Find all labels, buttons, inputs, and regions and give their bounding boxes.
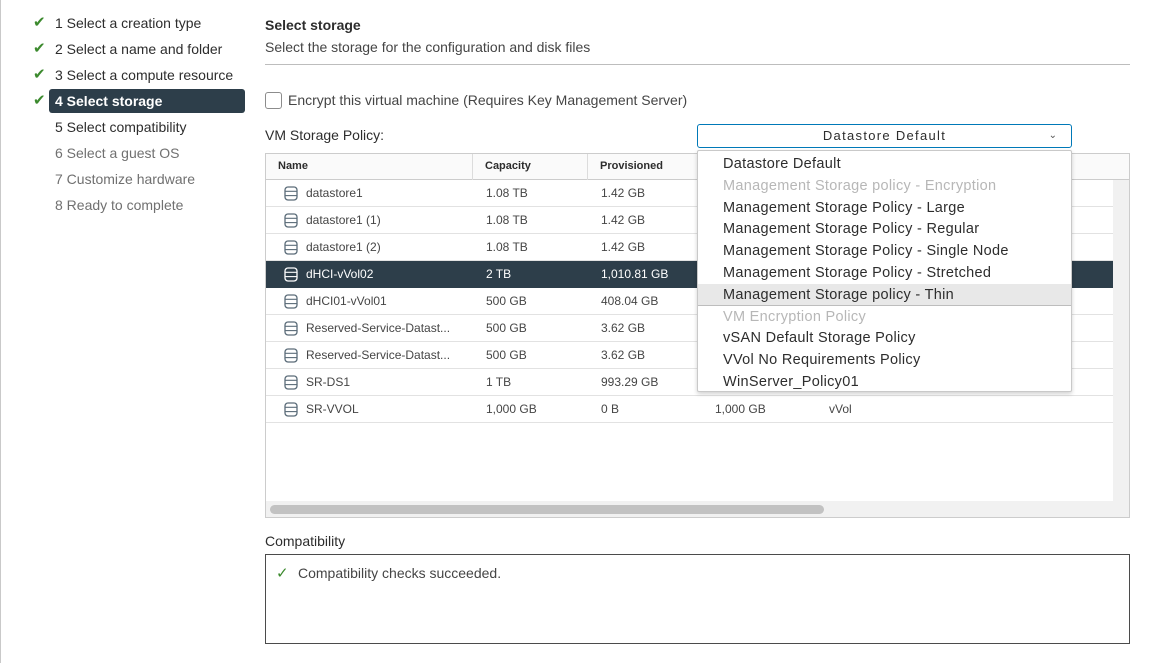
wizard-step-3[interactable]: ✔ 3 Select a compute resource: [0, 62, 246, 88]
cell-name: Reserved-Service-Datast...: [306, 348, 451, 362]
vertical-scrollbar[interactable]: [1113, 180, 1129, 517]
policy-option[interactable]: Management Storage Policy - Stretched: [698, 262, 1071, 284]
table-row[interactable]: SR-VVOL 1,000 GB 0 B 1,000 GB vVol: [266, 396, 1113, 423]
encrypt-vm-option[interactable]: Encrypt this virtual machine (Requires K…: [265, 91, 687, 109]
policy-option[interactable]: vSAN Default Storage Policy: [698, 327, 1071, 349]
cell-name: datastore1 (1): [306, 213, 381, 227]
datastore-icon: [284, 267, 298, 282]
wizard-step-5[interactable]: 5 Select compatibility: [0, 114, 246, 140]
cell-provisioned: 1.42 GB: [601, 186, 646, 200]
vm-storage-policy-select[interactable]: Datastore Default ⌄: [697, 124, 1072, 148]
chevron-down-icon: ⌄: [1048, 130, 1057, 141]
cell-capacity: 500 GB: [486, 294, 527, 308]
datastore-icon: [284, 240, 298, 255]
compatibility-message: Compatibility checks succeeded.: [298, 565, 502, 581]
cell-provisioned: 3.62 GB: [601, 321, 646, 335]
policy-option[interactable]: WinServer_Policy01: [698, 371, 1071, 393]
wizard-steps: ✔ 1 Select a creation type ✔ 2 Select a nam…: [0, 10, 250, 218]
cell-capacity: 1.08 TB: [486, 240, 528, 254]
column-header-capacity[interactable]: Capacity: [473, 154, 588, 180]
wizard-step-label: 3 Select a compute resource: [55, 67, 234, 83]
checkmark-icon: ✔: [33, 14, 46, 31]
storage-policy-dropdown-menu: Datastore Default Management Storage poli…: [697, 150, 1072, 392]
wizard-step-1[interactable]: ✔ 1 Select a creation type: [0, 10, 246, 36]
wizard-step-label: 5 Select compatibility: [55, 119, 187, 135]
cell-provisioned: 408.04 GB: [601, 294, 659, 308]
wizard-step-8[interactable]: 8 Ready to complete: [0, 192, 246, 218]
cell-type: vVol: [829, 402, 852, 416]
wizard-step-label: 8 Ready to complete: [55, 197, 184, 213]
policy-option[interactable]: Management Storage Policy - Single Node: [698, 240, 1071, 262]
cell-provisioned: 1.42 GB: [601, 213, 646, 227]
cell-capacity: 1,000 GB: [486, 402, 537, 416]
policy-option[interactable]: VVol No Requirements Policy: [698, 349, 1071, 371]
encrypt-checkbox[interactable]: [265, 91, 282, 109]
datastore-icon: [284, 213, 298, 228]
wizard-step-7[interactable]: 7 Customize hardware: [0, 166, 246, 192]
cell-name: dHCI-vVol02: [306, 267, 374, 281]
cell-name: SR-DS1: [306, 375, 351, 389]
compatibility-label: Compatibility: [265, 533, 346, 549]
column-header-name[interactable]: Name: [266, 154, 473, 180]
cell-provisioned: 3.62 GB: [601, 348, 646, 362]
page-title: Select storage: [265, 17, 361, 33]
header-divider: [265, 64, 1130, 65]
cell-capacity: 500 GB: [486, 321, 527, 335]
cell-name: datastore1 (2): [306, 240, 381, 254]
horizontal-scrollbar-thumb[interactable]: [270, 505, 824, 514]
policy-option: VM Encryption Policy: [723, 308, 866, 325]
compatibility-panel: ✓ Compatibility checks succeeded.: [265, 554, 1130, 644]
cell-name: SR-VVOL: [306, 402, 359, 416]
cell-capacity: 1 TB: [486, 375, 512, 389]
wizard-step-6[interactable]: 6 Select a guest OS: [0, 140, 246, 166]
cell-provisioned: 1,010.81 GB: [601, 267, 669, 281]
datastore-icon: [284, 402, 298, 417]
page-subtitle: Select the storage for the configuration…: [265, 39, 591, 55]
cell-capacity: 1.08 TB: [486, 186, 528, 200]
cell-name: Reserved-Service-Datast...: [306, 321, 451, 335]
cell-name: datastore1: [306, 186, 363, 200]
datastore-icon: [284, 186, 298, 201]
wizard-step-label: 6 Select a guest OS: [55, 145, 180, 161]
datastore-icon: [284, 348, 298, 363]
wizard-step-label: 2 Select a name and folder: [55, 41, 223, 57]
wizard-step-label: 1 Select a creation type: [55, 15, 202, 31]
column-header-provisioned[interactable]: Provisioned: [588, 154, 703, 180]
policy-option: Management Storage policy - Encryption: [723, 177, 997, 194]
horizontal-scrollbar[interactable]: [266, 501, 1113, 517]
datastore-icon: [284, 321, 298, 336]
policy-option[interactable]: Management Storage Policy - Large: [698, 197, 1071, 219]
cell-free: 1,000 GB: [715, 402, 766, 416]
policy-option[interactable]: Datastore Default: [698, 153, 1071, 175]
cell-capacity: 1.08 TB: [486, 213, 528, 227]
wizard-step-label: 7 Customize hardware: [55, 171, 196, 187]
cell-provisioned: 1.42 GB: [601, 240, 646, 254]
checkmark-icon: ✔: [33, 92, 46, 109]
wizard-step-2[interactable]: ✔ 2 Select a name and folder: [0, 36, 246, 62]
success-check-icon: ✓: [276, 565, 289, 582]
datastore-icon: [284, 375, 298, 390]
cell-provisioned: 993.29 GB: [601, 375, 659, 389]
policy-option[interactable]: Management Storage Policy - Regular: [698, 218, 1071, 240]
selected-policy-value: Datastore Default: [822, 128, 947, 143]
checkmark-icon: ✔: [33, 66, 46, 83]
cell-capacity: 500 GB: [486, 348, 527, 362]
checkmark-icon: ✔: [33, 40, 46, 57]
encrypt-label: Encrypt this virtual machine (Requires K…: [288, 92, 688, 108]
wizard-step-label: 4 Select storage: [55, 93, 163, 109]
datastore-icon: [284, 294, 298, 309]
wizard-step-4[interactable]: ✔ 4 Select storage: [0, 88, 246, 114]
cell-provisioned: 0 B: [601, 402, 620, 416]
policy-option[interactable]: Management Storage policy - Thin: [698, 283, 1071, 306]
cell-capacity: 2 TB: [486, 267, 512, 281]
cell-name: dHCI01-vVol01: [306, 294, 387, 308]
vm-storage-policy-label: VM Storage Policy:: [265, 127, 385, 143]
